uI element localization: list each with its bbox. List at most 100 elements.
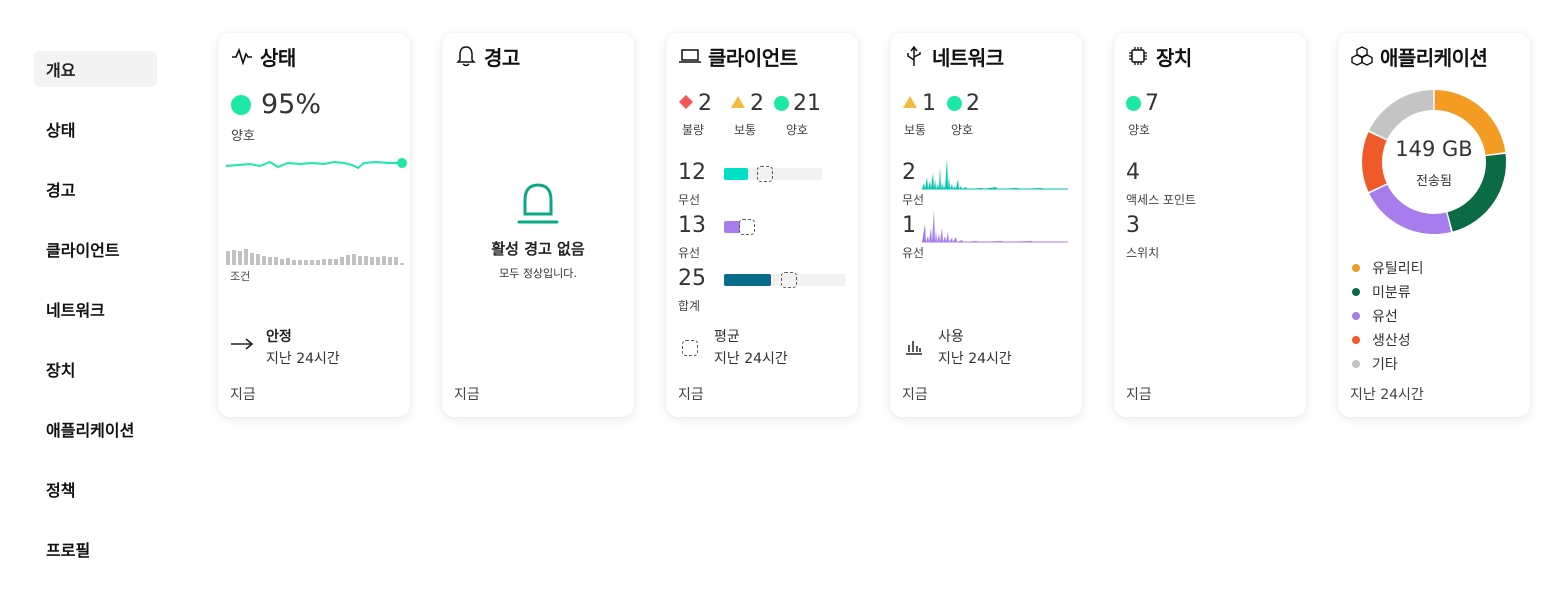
access-point-label: 액세스 포인트 [1126, 193, 1197, 207]
avg-marker-icon [757, 166, 773, 182]
network-card[interactable]: 네트워크 1 보통 2 양호 2 무선 1 유선 사용 지난 24시간 지금 [890, 33, 1082, 417]
network-count-fair-label: 보통 [904, 123, 927, 137]
clients-updated: 지금 [678, 387, 704, 403]
nav-item-status[interactable]: 상태 [34, 111, 157, 147]
client-count-bad-label: 불량 [682, 123, 705, 137]
applications-card[interactable]: 애플리케이션 149 GB 전송됨 유틸리티 미분류 유선 생산성 기타 지난 … [1338, 33, 1530, 417]
total-client-bar [724, 274, 771, 286]
donut-segment[interactable] [1369, 90, 1434, 140]
wired-client-label: 유선 [678, 246, 701, 260]
wired-client-bar [724, 221, 740, 233]
wired-usage-histogram [922, 210, 1068, 243]
nav-item-policies[interactable]: 정책 [34, 471, 157, 507]
nav-item-applications[interactable]: 애플리케이션 [34, 411, 157, 447]
legend-label: 미분류 [1372, 285, 1411, 301]
legend-item: 유선 [1352, 304, 1424, 328]
wired-client-count: 13 [678, 213, 706, 238]
switch-count: 3 [1126, 213, 1140, 238]
client-count-good-value: 21 [793, 91, 821, 116]
status-card-header: 상태 [230, 41, 296, 71]
wired-network-count: 1 [902, 213, 916, 238]
devices-card[interactable]: 장치 7 양호 4 액세스 포인트 3 스위치 지금 [1114, 33, 1306, 417]
circle-icon [774, 96, 789, 111]
circle-icon [947, 96, 962, 111]
chip-icon [1126, 44, 1150, 68]
avg-legend-label: 평균 [714, 329, 740, 345]
client-count-bad: 2 [678, 91, 712, 116]
triangle-icon [730, 94, 746, 114]
wired-network-label: 유선 [902, 246, 925, 260]
applications-total: 149 GB [1395, 137, 1473, 161]
total-client-track [724, 272, 846, 288]
no-alerts-title: 활성 경고 없음 [491, 240, 585, 258]
device-count-good: 7 [1126, 91, 1159, 116]
applications-card-title: 애플리케이션 [1380, 45, 1488, 70]
client-count-fair-label: 보통 [734, 123, 757, 137]
legend-item: 미분류 [1352, 280, 1424, 304]
wireless-usage-histogram [922, 158, 1068, 190]
legend-item: 생산성 [1352, 328, 1424, 352]
device-count-good-value: 7 [1145, 91, 1159, 116]
wireless-client-bar [724, 168, 748, 180]
client-count-good-label: 양호 [786, 123, 809, 137]
laptop-icon [678, 44, 702, 68]
applications-total-label: 전송됨 [1416, 174, 1452, 189]
wireless-client-count: 12 [678, 160, 706, 185]
usage-legend-label: 사용 [938, 329, 964, 345]
usage-chart-icon [904, 338, 924, 360]
donut-segment[interactable] [1369, 184, 1452, 234]
nav-item-clients[interactable]: 클라이언트 [34, 231, 157, 267]
nav-item-overview[interactable]: 개요 [34, 51, 157, 87]
network-count-fair-value: 1 [922, 91, 936, 116]
legend-item: 기타 [1352, 352, 1424, 376]
legend-label: 생산성 [1372, 333, 1411, 349]
nav-item-alerts[interactable]: 경고 [34, 171, 157, 207]
devices-updated: 지금 [1126, 387, 1152, 403]
wireless-client-track [724, 166, 822, 182]
diamond-icon [678, 94, 694, 114]
alerts-card-title: 경고 [484, 45, 520, 70]
legend-swatch [1352, 264, 1360, 272]
health-percent: 95% [231, 89, 321, 120]
health-percent-label: 양호 [231, 129, 255, 144]
circle-icon [1126, 96, 1141, 111]
sidebar-nav: 개요 상태 경고 클라이언트 네트워크 장치 애플리케이션 정책 프로필 [34, 51, 157, 591]
alerts-card[interactable]: 경고 활성 경고 없음 모두 정상입니다. 지금 [442, 33, 634, 417]
legend-label: 기타 [1372, 357, 1398, 373]
network-card-title: 네트워크 [932, 45, 1004, 70]
clients-card-header: 클라이언트 [678, 41, 798, 71]
trend-period: 지난 24시간 [266, 351, 340, 367]
devices-card-title: 장치 [1156, 45, 1192, 70]
status-card[interactable]: 상태 95% 양호 조건 안정 지난 24시간 지금 [218, 33, 410, 417]
donut-segment[interactable] [1447, 153, 1506, 232]
wireless-network-count: 2 [902, 160, 916, 185]
legend-swatch [1352, 312, 1360, 320]
devices-card-header: 장치 [1126, 41, 1192, 71]
total-client-label: 합계 [678, 299, 701, 313]
legend-label: 유틸리티 [1372, 261, 1424, 277]
bell-large-icon [515, 183, 561, 231]
legend-label: 유선 [1372, 309, 1398, 325]
legend-item: 유틸리티 [1352, 256, 1424, 280]
network-count-good-label: 양호 [951, 123, 974, 137]
applications-period: 지난 24시간 [1350, 387, 1424, 403]
nav-item-devices[interactable]: 장치 [34, 351, 157, 387]
status-updated: 지금 [230, 387, 256, 403]
client-count-bad-value: 2 [698, 91, 712, 116]
wireless-network-label: 무선 [902, 193, 925, 207]
client-count-fair-value: 2 [750, 91, 764, 116]
network-card-header: 네트워크 [902, 41, 1004, 71]
client-count-good: 21 [774, 91, 821, 116]
nav-item-network[interactable]: 네트워크 [34, 291, 157, 327]
no-alerts-subtitle: 모두 정상입니다. [499, 267, 577, 280]
network-count-fair: 1 [902, 91, 936, 116]
clients-card[interactable]: 클라이언트 2 불량 2 보통 21 양호 12 무선 13 유선 25 합계 … [666, 33, 858, 417]
cubes-icon [1350, 44, 1374, 68]
alerts-card-header: 경고 [454, 41, 520, 71]
trend-arrow-icon [230, 336, 254, 356]
usb-network-icon [902, 44, 926, 68]
usage-legend-period: 지난 24시간 [938, 351, 1012, 367]
status-card-title: 상태 [260, 45, 296, 70]
nav-item-profiles[interactable]: 프로필 [34, 531, 157, 567]
total-client-count: 25 [678, 266, 706, 291]
